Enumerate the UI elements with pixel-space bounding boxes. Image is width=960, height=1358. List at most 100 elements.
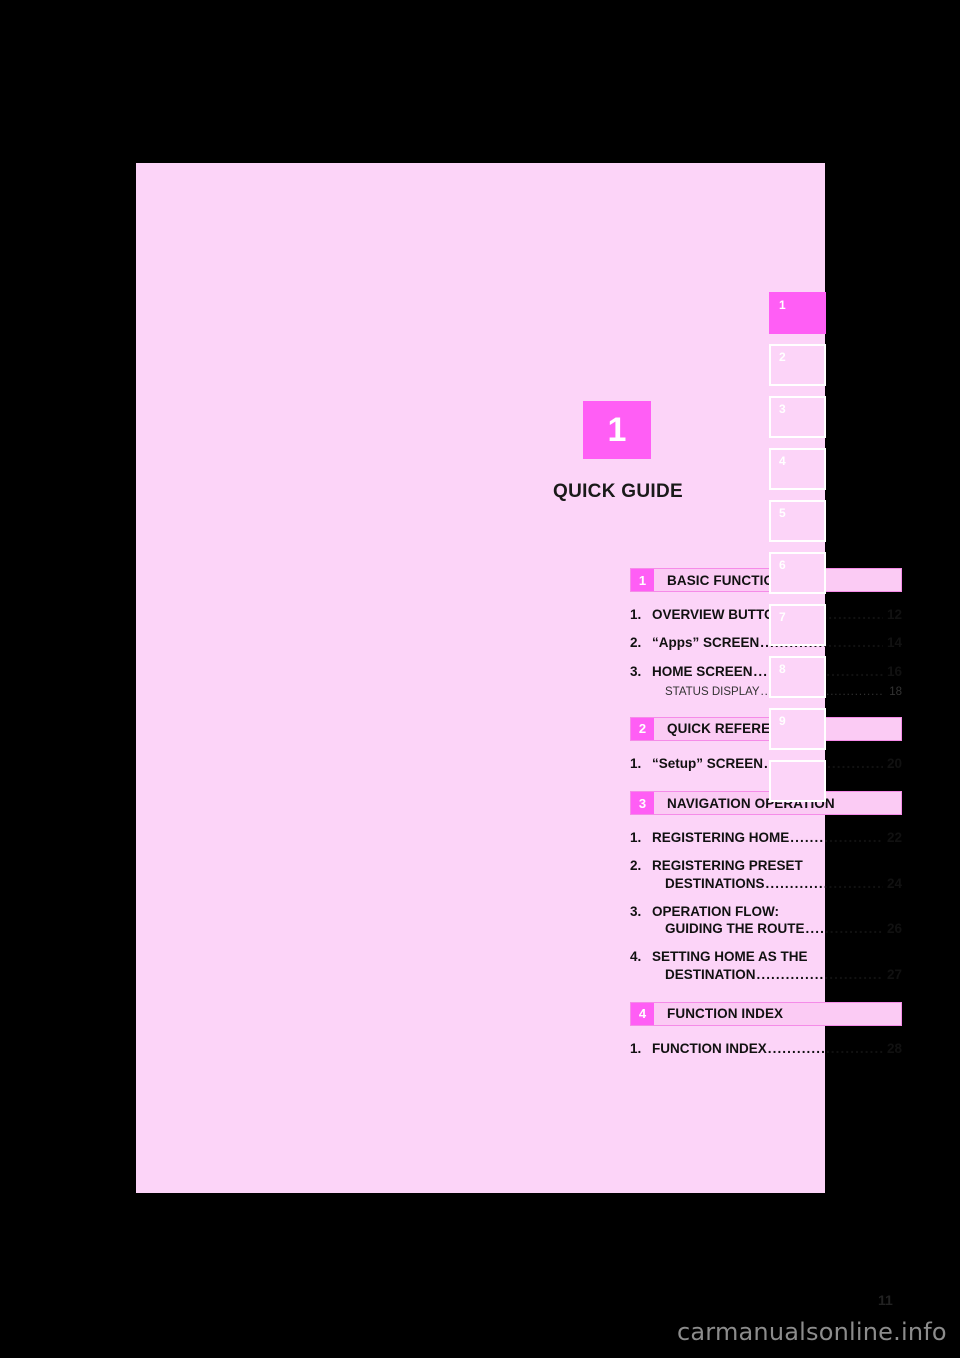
toc-entry-page: 24 xyxy=(886,875,902,891)
toc-entry-text: “Apps” SCREEN xyxy=(652,635,760,651)
toc-entry-page: 16 xyxy=(886,663,902,679)
toc-entry-text: HOME SCREEN xyxy=(652,663,753,679)
chapter-tab-4[interactable]: 4 xyxy=(769,448,826,490)
watermark-text: carmanualsonline.info xyxy=(677,1318,947,1346)
toc-entry-number: 4. xyxy=(630,949,642,965)
toc-entry-body: REGISTERING HOME........................… xyxy=(652,829,902,846)
toc-entry-number: 1. xyxy=(630,755,642,771)
toc-section: 4 FUNCTION INDEX 1. FUNCTION INDEX.........… xyxy=(630,1001,902,1057)
toc-entry-line: OPERATION FLOW: xyxy=(652,903,902,920)
chapter-tab-5[interactable]: 5 xyxy=(769,500,826,542)
toc-subentry[interactable]: STATUS DISPLAY..........................… xyxy=(630,686,902,698)
chapter-tab-9[interactable]: 9 xyxy=(769,708,826,750)
toc-section: 1 BASIC FUNCTION 1. OVERVIEW BUTTONS.......… xyxy=(630,568,902,698)
chapter-tab-1[interactable]: 1 xyxy=(769,292,826,334)
toc-entry[interactable]: 4. SETTING HOME AS THE DESTINATION........… xyxy=(630,948,902,983)
toc-leader-dots: ........................................… xyxy=(767,1040,883,1056)
toc-entry-line: DESTINATIONS............................… xyxy=(652,875,902,892)
chapter-tab-blank[interactable] xyxy=(769,760,826,802)
toc-entry-number: 3. xyxy=(630,663,642,679)
toc-entry[interactable]: 1.OVERVIEW BUTTONS......................… xyxy=(630,606,902,623)
toc-leader-dots: ........................................… xyxy=(756,966,883,982)
toc-section: 3 NAVIGATION OPERATION 1. REGISTERING HOME.… xyxy=(630,791,902,983)
toc-entry[interactable]: 1.“Setup” SCREEN........................… xyxy=(630,755,902,772)
chapter-tab-label: 2 xyxy=(779,350,786,364)
toc-entry-page: 26 xyxy=(886,921,902,937)
toc-entry-line: DESTINATION.............................… xyxy=(652,966,902,983)
chapter-tab-label: 6 xyxy=(779,558,786,572)
toc-entry-body: FUNCTION INDEX..........................… xyxy=(652,1040,902,1057)
chapter-tab-strip: 1 2 3 4 5 6 7 8 9 xyxy=(769,292,833,812)
page-title: QUICK GUIDE xyxy=(553,481,683,502)
chapter-tab-label: 4 xyxy=(779,454,786,468)
toc-entry-text: GUIDING THE ROUTE xyxy=(665,921,805,937)
table-of-contents: 1 BASIC FUNCTION 1. OVERVIEW BUTTONS.......… xyxy=(630,568,902,1068)
toc-entry-line: GUIDING THE ROUTE.......................… xyxy=(652,920,902,937)
chapter-number-label: 1 xyxy=(607,411,627,449)
toc-section-header[interactable]: 1 BASIC FUNCTION xyxy=(630,568,902,592)
chapter-tab-3[interactable]: 3 xyxy=(769,396,826,438)
toc-leader-dots: ........................................… xyxy=(790,830,883,846)
toc-section-header[interactable]: 2 QUICK REFERENCE xyxy=(630,716,902,741)
chapter-number-badge: 1 xyxy=(583,401,651,459)
toc-entry-text: DESTINATION xyxy=(665,966,756,982)
toc-entry-text: “Setup” SCREEN xyxy=(652,755,764,771)
toc-section-header[interactable]: 3 NAVIGATION OPERATION xyxy=(630,791,902,816)
toc-section-badge: 4 xyxy=(631,1002,654,1025)
toc-entry[interactable]: 2. REGISTERING PRESET DESTINATIONS........… xyxy=(630,857,902,892)
toc-section-title: FUNCTION INDEX xyxy=(667,1006,784,1022)
toc-subentry-text: STATUS DISPLAY xyxy=(665,685,760,698)
toc-section-title: BASIC FUNCTION xyxy=(667,572,784,588)
chapter-tab-label: 7 xyxy=(779,610,786,624)
chapter-tab-label: 8 xyxy=(779,662,786,676)
toc-entry-body: SETTING HOME AS THE DESTINATION..........… xyxy=(652,948,902,983)
chapter-tab-2[interactable]: 2 xyxy=(769,344,826,386)
toc-entry-line: REGISTERING PRESET xyxy=(652,857,902,874)
toc-section-badge: 1 xyxy=(631,569,654,591)
toc-section-header[interactable]: 4 FUNCTION INDEX xyxy=(630,1001,902,1026)
toc-entry-text: OPERATION FLOW: xyxy=(652,903,779,919)
chapter-tab-7[interactable]: 7 xyxy=(769,604,826,646)
toc-leader-dots: ........................................… xyxy=(765,875,883,891)
toc-entry-page: 27 xyxy=(886,966,902,982)
toc-entry-number: 3. xyxy=(630,903,642,919)
toc-entry-page: 22 xyxy=(886,830,902,846)
toc-entry-text: DESTINATIONS xyxy=(665,875,765,891)
toc-entry[interactable]: 3.HOME SCREEN...........................… xyxy=(630,663,902,680)
toc-entry-line: SETTING HOME AS THE xyxy=(652,948,902,965)
toc-entry[interactable]: 3. OPERATION FLOW: GUIDING THE ROUTE......… xyxy=(630,903,902,938)
toc-entry-line: FUNCTION INDEX..........................… xyxy=(652,1040,902,1057)
toc-entry-text: SETTING HOME AS THE xyxy=(652,949,808,965)
toc-entry[interactable]: 1. REGISTERING HOME......................… xyxy=(630,829,902,846)
chapter-tab-8[interactable]: 8 xyxy=(769,656,826,698)
toc-entry-body: OPERATION FLOW: GUIDING THE ROUTE........… xyxy=(652,903,902,938)
toc-entry-text: FUNCTION INDEX xyxy=(652,1040,767,1056)
manual-page-sheet: 1 QUICK GUIDE 1 BASIC FUNCTION 1. OVERVIEW … xyxy=(136,163,902,1308)
toc-subentry-page: 18 xyxy=(889,685,902,698)
chapter-tab-6[interactable]: 6 xyxy=(769,552,826,594)
chapter-tab-label: 9 xyxy=(779,714,786,728)
toc-entry-number: 2. xyxy=(630,858,642,874)
toc-leader-dots: ........................................… xyxy=(805,921,883,937)
toc-entry-page: 20 xyxy=(886,755,902,771)
toc-entry-number: 1. xyxy=(630,607,642,622)
toc-entry-line: REGISTERING HOME........................… xyxy=(652,829,902,846)
toc-section-badge: 3 xyxy=(631,792,654,815)
toc-entry-number: 2. xyxy=(630,635,642,651)
toc-entry-body: REGISTERING PRESET DESTINATIONS..........… xyxy=(652,857,902,892)
page-number: 11 xyxy=(878,1292,893,1308)
toc-entry-page: 12 xyxy=(886,607,902,622)
chapter-tab-label: 5 xyxy=(779,506,786,520)
toc-entry-number: 1. xyxy=(630,830,642,846)
toc-entry-page: 28 xyxy=(886,1040,902,1056)
toc-entry-text: REGISTERING HOME xyxy=(652,830,790,846)
toc-entry[interactable]: 2.“Apps” SCREEN.........................… xyxy=(630,634,902,651)
chapter-tab-label: 3 xyxy=(779,402,786,416)
toc-entry-page: 14 xyxy=(886,635,902,651)
toc-entry-number: 1. xyxy=(630,1040,642,1056)
toc-entry[interactable]: 1. FUNCTION INDEX........................… xyxy=(630,1040,902,1057)
chapter-tab-label: 1 xyxy=(779,298,786,312)
toc-entry-text: REGISTERING PRESET xyxy=(652,858,803,874)
toc-section-badge: 2 xyxy=(631,717,654,740)
toc-section: 2QUICK REFERENCE1.“Setup” SCREEN........… xyxy=(630,716,902,772)
